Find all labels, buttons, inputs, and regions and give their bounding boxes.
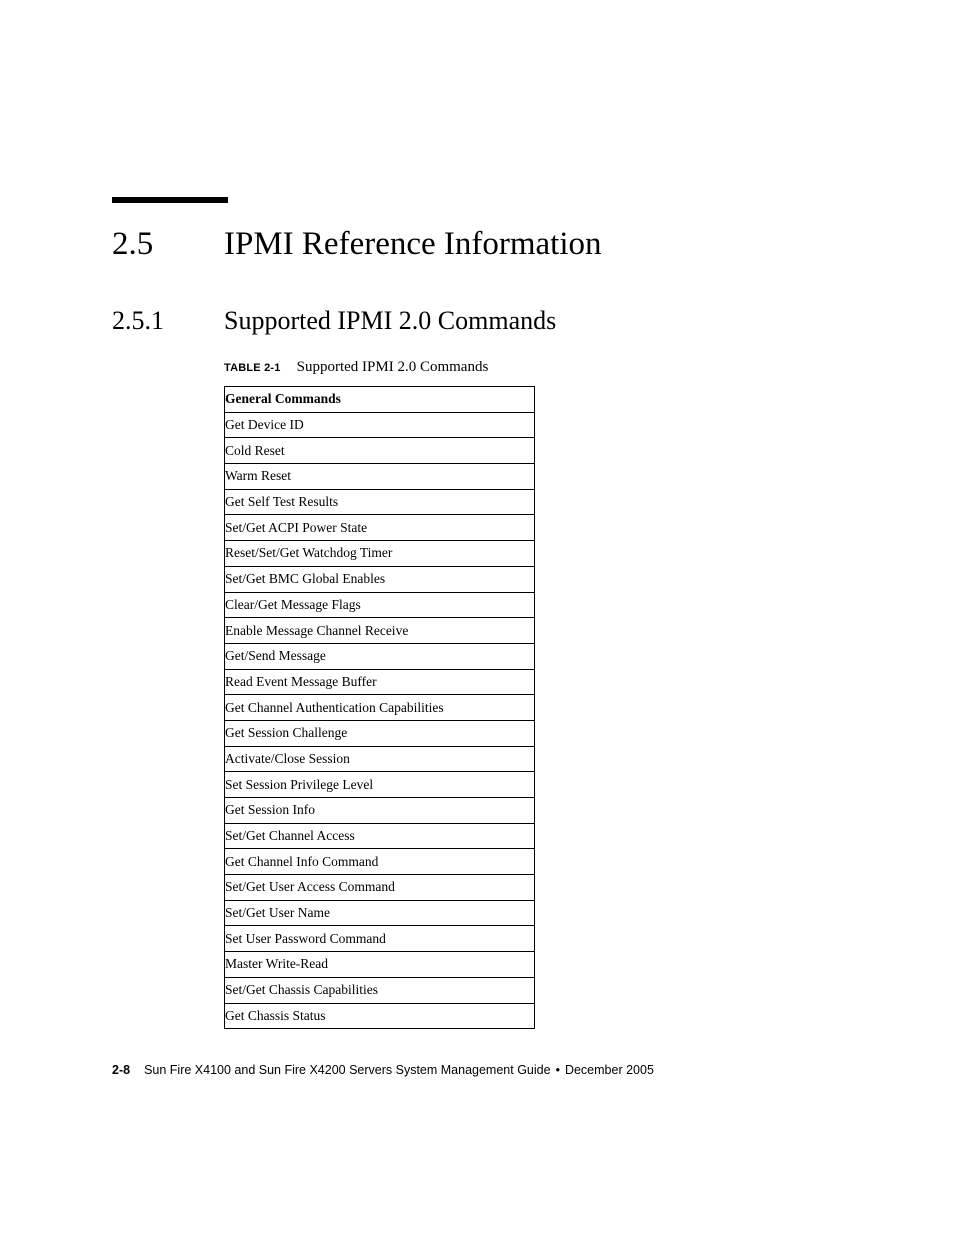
table-row: Get Session Info [224, 797, 535, 824]
command-cell: Get Session Info [224, 797, 535, 824]
table-row: Enable Message Channel Receive [224, 617, 535, 644]
command-cell: Set/Get Chassis Capabilities [224, 976, 535, 1004]
command-cell: Get Chassis Status [224, 1002, 535, 1030]
table-row: Reset/Set/Get Watchdog Timer [224, 540, 535, 567]
table-header-row: General Commands [224, 386, 535, 413]
footer-separator: • [555, 1063, 560, 1077]
page-number: 2-8 [112, 1063, 131, 1077]
book-title: Sun Fire X4100 and Sun Fire X4200 Server… [144, 1063, 551, 1077]
table-row: Set User Password Command [224, 925, 535, 953]
table-row: Set/Get ACPI Power State [224, 514, 535, 542]
table-row: Set/Get Channel Access [224, 822, 535, 850]
table-row: Master Write-Read [224, 951, 535, 978]
commands-table: General Commands Get Device ID Cold Reset… [224, 386, 535, 1030]
table-row: Get Self Test Results [224, 488, 535, 516]
table-row: Set/Get BMC Global Enables [224, 565, 535, 593]
command-cell: Get Self Test Results [224, 488, 535, 516]
subsection-number: 2.5.1 [112, 306, 164, 335]
command-cell: Get/Send Message [224, 642, 535, 670]
command-cell: Clear/Get Message Flags [224, 591, 535, 619]
table-row: Clear/Get Message Flags [224, 591, 535, 619]
table-row: Get Channel Authentication Capabilities [224, 694, 535, 721]
section-rule [112, 197, 228, 203]
table-row: Activate/Close Session [224, 745, 535, 773]
command-cell: Set User Password Command [224, 925, 535, 953]
section-number: 2.5 [112, 226, 154, 262]
command-cell: Warm Reset [224, 463, 535, 490]
page-footer: 2-8 Sun Fire X4100 and Sun Fire X4200 Ser… [112, 1063, 654, 1077]
command-cell: Set/Get User Name [224, 899, 535, 927]
table-row: Read Event Message Buffer [224, 668, 535, 696]
table-header-cell: General Commands [224, 386, 535, 413]
command-cell: Get Session Challenge [224, 719, 535, 747]
table-row: Get Channel Info Command [224, 848, 535, 876]
command-cell: Reset/Set/Get Watchdog Timer [224, 540, 535, 567]
section-title: IPMI Reference Information [224, 226, 602, 262]
command-cell: Get Channel Info Command [224, 848, 535, 876]
command-cell: Activate/Close Session [224, 745, 535, 773]
table-row: Get Session Challenge [224, 719, 535, 747]
command-cell: Set/Get ACPI Power State [224, 514, 535, 542]
table-row: Get Chassis Status [224, 1002, 535, 1030]
table-row: Set/Get Chassis Capabilities [224, 976, 535, 1004]
table-row: Get Device ID [224, 411, 535, 439]
command-cell: Set/Get User Access Command [224, 874, 535, 901]
table-title: Supported IPMI 2.0 Commands [296, 359, 489, 375]
table-row: Cold Reset [224, 437, 535, 465]
publication-date: December 2005 [564, 1063, 654, 1077]
command-cell: Set Session Privilege Level [224, 771, 535, 798]
table-row: Set Session Privilege Level [224, 771, 535, 798]
table-row: Set/Get User Access Command [224, 874, 535, 901]
command-cell: Master Write-Read [224, 951, 535, 978]
command-cell: Get Device ID [224, 411, 535, 439]
table-row: Set/Get User Name [224, 899, 535, 927]
command-cell: Enable Message Channel Receive [224, 617, 535, 644]
table-label: TABLE 2-1 [224, 362, 281, 374]
command-cell: Get Channel Authentication Capabilities [224, 694, 535, 721]
command-cell: Set/Get BMC Global Enables [224, 565, 535, 593]
table-row: Get/Send Message [224, 642, 535, 670]
command-cell: Read Event Message Buffer [224, 668, 535, 696]
table-row: Warm Reset [224, 463, 535, 490]
command-cell: Set/Get Channel Access [224, 822, 535, 850]
table-caption: TABLE 2-1 Supported IPMI 2.0 Commands [224, 358, 488, 376]
command-cell: Cold Reset [224, 437, 535, 465]
subsection-title: Supported IPMI 2.0 Commands [224, 306, 557, 335]
